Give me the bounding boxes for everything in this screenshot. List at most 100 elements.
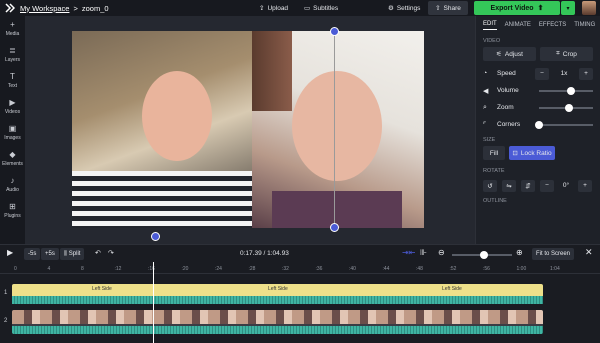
zoom-out-icon[interactable]: ⊖: [438, 248, 445, 257]
snap-icon[interactable]: ⇥⇤: [402, 248, 415, 257]
upload-label: Upload: [267, 4, 289, 12]
zoom-slider-knob[interactable]: [564, 103, 573, 112]
sidebar-item-label: Text: [7, 83, 18, 89]
split-view-icon[interactable]: ⊪: [420, 248, 427, 257]
flip-horizontal-icon[interactable]: ⇋: [502, 179, 516, 192]
upload-button[interactable]: ⇪ Upload: [259, 0, 288, 16]
corners-slider[interactable]: [535, 120, 593, 129]
sidebar-item-label: Audio: [6, 187, 19, 193]
volume-slider[interactable]: [539, 86, 593, 95]
ruler-tick-label: :28: [248, 266, 256, 272]
playhead[interactable]: [153, 262, 154, 343]
striped-shirt: [72, 171, 252, 228]
workspace-link[interactable]: My Workspace: [20, 4, 69, 13]
subtitles-button[interactable]: ▭ Subtitles: [304, 0, 338, 16]
zoom-label: Zoom: [497, 104, 514, 111]
tab-edit[interactable]: EDIT: [483, 21, 497, 30]
sidebar-item-text[interactable]: T Text: [0, 68, 25, 94]
sidebar-item-elements[interactable]: ◆ Elements: [0, 146, 25, 172]
skip-forward-button[interactable]: +5s: [41, 248, 59, 260]
zoom-icon: ⌕: [483, 103, 487, 111]
volume-slider-knob[interactable]: [567, 86, 576, 95]
speed-icon: ◔: [483, 70, 488, 77]
video-section-title: VIDEO: [483, 38, 501, 44]
bottom-resize-handle[interactable]: [330, 223, 339, 232]
adjust-button[interactable]: ⚟ Adjust: [483, 47, 536, 61]
rotate-section-title: ROTATE: [483, 168, 505, 174]
tab-animate[interactable]: ANIMATE: [505, 22, 531, 28]
timeline-zoom-knob[interactable]: [480, 251, 488, 259]
export-video-button[interactable]: Export Video ⬆: [474, 1, 560, 15]
close-icon[interactable]: ✕: [585, 247, 593, 258]
layers-icon: ≣: [9, 46, 16, 55]
split-button[interactable]: ⫼ Split: [60, 248, 85, 260]
speed-value: 1x: [560, 70, 568, 77]
video-clip-left[interactable]: [72, 31, 252, 228]
speed-decrease-button[interactable]: −: [535, 67, 549, 80]
play-icon[interactable]: ▶: [7, 248, 13, 257]
share-button[interactable]: ⇧ Share: [428, 1, 468, 15]
export-dropdown-chevron-icon[interactable]: ▾: [561, 1, 575, 15]
timeline-ruler[interactable]: 0 4 8:12:16:20:24:28:32:36:40:44:48:52:56 1…: [0, 264, 600, 274]
ruler-tick-label: 1:00: [516, 266, 527, 272]
rotate-increase-button[interactable]: +: [578, 179, 592, 192]
edit-panel: EDIT ANIMATE EFFECTS TIMING VIDEO ⚟ Adjus…: [475, 16, 600, 244]
ruler-tick-label: :12: [114, 266, 122, 272]
rotate-decrease-button[interactable]: −: [540, 179, 554, 192]
ruler-tick-label: :20: [181, 266, 189, 272]
corners-slider-knob[interactable]: [535, 120, 543, 129]
rotate-row: ↺ ⇋ ⇵ − 0° +: [476, 177, 600, 194]
center-guide-line: [334, 35, 335, 228]
video-icon: ▶: [9, 98, 16, 107]
plugins-icon: ⊞: [9, 202, 16, 211]
speed-row: ◔ Speed − 1x +: [476, 65, 600, 82]
crop-button[interactable]: ⌗ Crop: [540, 47, 593, 61]
flip-vertical-icon[interactable]: ⇵: [521, 179, 535, 192]
top-resize-handle[interactable]: [330, 27, 339, 36]
video-clip-right[interactable]: [252, 31, 424, 228]
timeline-zoom-slider[interactable]: [452, 251, 512, 259]
tab-effects[interactable]: EFFECTS: [539, 22, 566, 28]
sidebar-item-label: Layers: [4, 57, 20, 63]
sidebar-item-plugins[interactable]: ⊞ Plugins: [0, 198, 25, 224]
sidebar-item-label: Plugins: [4, 213, 21, 219]
lock-ratio-button[interactable]: ⊡ Lock Ratio: [509, 146, 555, 160]
export-label: Export Video: [490, 4, 534, 12]
sidebar-item-audio[interactable]: ♪ Audio: [0, 172, 25, 198]
ruler-tick-label: :48: [416, 266, 423, 272]
speed-increase-button[interactable]: +: [579, 67, 593, 80]
sidebar-item-videos[interactable]: ▶ Videos: [0, 94, 25, 120]
skip-back-button[interactable]: -5s: [24, 248, 41, 260]
export-icon: ⬆: [537, 5, 544, 12]
sidebar-item-images[interactable]: ▣ Images: [0, 120, 25, 146]
kapwing-logo-icon[interactable]: [0, 0, 20, 16]
video-frame[interactable]: [72, 31, 424, 228]
upload-icon: ⇪: [259, 5, 265, 12]
zoom-slider[interactable]: [539, 103, 593, 112]
project-title[interactable]: zoom_0: [82, 4, 109, 13]
fill-button[interactable]: Fill: [483, 146, 505, 160]
corners-icon: ⌜: [483, 121, 487, 129]
audio-waveform: [12, 296, 543, 304]
rotate-handle[interactable]: [151, 232, 160, 241]
volume-label: Volume: [497, 87, 519, 94]
rotate-left-icon[interactable]: ↺: [483, 179, 497, 192]
settings-label: Settings: [396, 4, 421, 12]
sidebar-item-layers[interactable]: ≣ Layers: [0, 42, 25, 68]
lock-icon: ⊡: [512, 150, 518, 157]
corners-label: Corners: [497, 121, 521, 128]
time-display: 0:17.39 / 1:04.93: [240, 250, 289, 257]
bookshelf: [252, 31, 292, 111]
ruler-tick-label: 8: [81, 266, 84, 272]
avatar[interactable]: [582, 1, 596, 15]
track-label: Left Side: [268, 286, 288, 292]
redo-icon[interactable]: ↷: [108, 249, 114, 257]
undo-icon[interactable]: ↶: [95, 249, 101, 257]
audio-track-left-side[interactable]: Left Side Left Side Left Side: [12, 284, 543, 304]
settings-button[interactable]: ⚙ Settings: [388, 0, 420, 16]
video-track[interactable]: [12, 310, 543, 334]
zoom-in-icon[interactable]: ⊕: [516, 248, 523, 257]
sidebar-item-media[interactable]: + Media: [0, 16, 25, 42]
tab-timing[interactable]: TIMING: [574, 22, 595, 28]
fit-to-screen-button[interactable]: Fit to Screen: [532, 248, 575, 260]
